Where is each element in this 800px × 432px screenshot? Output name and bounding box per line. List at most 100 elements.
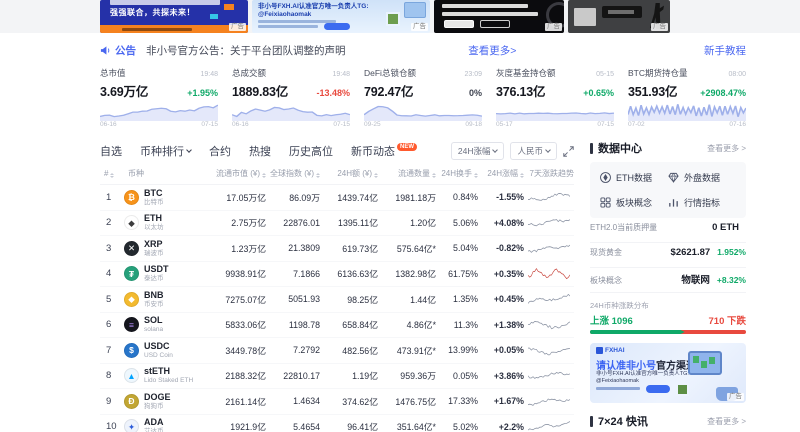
- stat-date-start: 05-17: [496, 121, 513, 128]
- shortcut-market-indicators[interactable]: 行情指标: [668, 196, 736, 209]
- table-row[interactable]: 7 $ USDC USD Coin 3449.78亿 7.2792 482.56…: [100, 338, 574, 364]
- stat-card[interactable]: DeFi总锁仓额 23:09 792.47亿 0% 09-25 09-18: [364, 67, 482, 129]
- column-header[interactable]: 24H涨幅: [478, 168, 524, 179]
- rank: 8: [100, 370, 124, 381]
- column-header[interactable]: #: [100, 169, 124, 178]
- section-title: 数据中心: [598, 140, 642, 156]
- data-center-more-link[interactable]: 查看更多 >: [707, 143, 746, 154]
- rank: 1: [100, 192, 124, 203]
- column-header[interactable]: 24H换手: [436, 168, 478, 179]
- tab[interactable]: 热搜: [249, 143, 271, 159]
- shortcut-label: 行情指标: [684, 196, 720, 209]
- market-cap: 17.05万亿: [204, 191, 266, 204]
- banner-button[interactable]: [324, 23, 350, 30]
- gem-icon: [668, 172, 679, 183]
- table-row[interactable]: 9 Ð DOGE 狗狗币 2161.14亿 1.4634 374.62亿 147…: [100, 389, 574, 415]
- table-row[interactable]: 4 ₮ USDT 泰达币 9938.91亿 7.1866 6136.63亿 13…: [100, 262, 574, 288]
- rank: 2: [100, 217, 124, 228]
- ad-banner-official-channel[interactable]: 非小号FXH.AI认准官方唯一负责人TG: @Feixiaohaomak 广告: [252, 0, 430, 33]
- metric-row[interactable]: ETH2.0当前质押量 0 ETH: [590, 218, 746, 243]
- down-count: 710 下跌: [709, 313, 747, 327]
- banner-decoration: [224, 4, 234, 10]
- fullscreen-icon[interactable]: [563, 146, 574, 157]
- price: 5051.93: [266, 294, 320, 304]
- sidebar-ad-banner[interactable]: FXHAI 请认准非小号官方渠道 非小号FXH.AI认准官方唯一负责人TG: @…: [590, 343, 746, 403]
- column-header[interactable]: 24H额 (¥): [320, 168, 378, 179]
- sort-icon[interactable]: [110, 173, 114, 178]
- shortcut-sector-concepts[interactable]: 板块概念: [600, 196, 668, 209]
- banner-headline: 强强联合，共探未来！: [110, 7, 195, 18]
- market-cap: 7275.07亿: [204, 293, 266, 306]
- tab-label: 热搜: [249, 143, 271, 159]
- price: 7.2792: [266, 345, 320, 355]
- chevron-down-icon: [186, 147, 192, 153]
- coin-symbol: USDT: [144, 265, 169, 275]
- table-row[interactable]: 2 ◆ ETH 以太坊 2.75万亿 22876.01 1395.11亿 1.2…: [100, 211, 574, 237]
- stat-change: +2908.47%: [700, 88, 746, 98]
- coin-icon: ₿: [124, 190, 139, 205]
- stat-value: 351.93亿: [628, 81, 677, 100]
- coin-name: solana: [144, 326, 163, 333]
- column-header[interactable]: 全球指数 (¥): [266, 168, 320, 179]
- tab[interactable]: 币种排行: [140, 143, 191, 159]
- column-header[interactable]: 7天涨跌趋势: [524, 168, 574, 179]
- top-ad-strip: 强强联合，共探未来！ 广告 非小号FXH.AI认准官方唯一负责人TG: @Fei…: [0, 0, 800, 33]
- shortcut-global-markets[interactable]: 外盘数据: [668, 171, 736, 184]
- tutorial-link[interactable]: 新手教程: [704, 43, 746, 58]
- table-row[interactable]: 3 ✕ XRP 瑞波币 1.23万亿 21.3809 619.73亿 575.6…: [100, 236, 574, 262]
- rank: 3: [100, 243, 124, 254]
- column-header[interactable]: 流通数量: [378, 168, 436, 179]
- news-more-link[interactable]: 查看更多 >: [707, 416, 746, 427]
- range-filter-dropdown[interactable]: 24H涨幅: [451, 142, 505, 160]
- stat-label: 总市值: [100, 67, 126, 79]
- metric-row[interactable]: 板块概念 物联网 +8.32%: [590, 268, 746, 293]
- ad-button[interactable]: [646, 385, 670, 393]
- trend-sparkline-7d: [528, 191, 570, 204]
- banner-button[interactable]: [480, 20, 510, 28]
- stat-date-end: 07-15: [333, 121, 350, 128]
- price: 1.4634: [266, 396, 320, 406]
- metric-change: 1.952%: [717, 247, 746, 257]
- table-row[interactable]: 5 ◆ BNB 币安币 7275.07亿 5051.93 98.25亿 1.44…: [100, 287, 574, 313]
- announcement-text[interactable]: 非小号官方公告：关于平台团队调整的声明: [146, 43, 346, 58]
- metric-value: $2621.87: [671, 247, 711, 258]
- ad-brand-logo: FXHAI: [596, 347, 625, 354]
- table-row[interactable]: 6 ≡ SOL solana 5833.06亿 1198.78 658.84亿 …: [100, 313, 574, 339]
- distribution-bar: [590, 330, 746, 334]
- tab[interactable]: 新币动态 NEW: [351, 143, 417, 159]
- column-header[interactable]: 流通市值 (¥): [204, 168, 266, 179]
- trend-sparkline-7d: [528, 344, 570, 357]
- turnover-24h: 0.05%: [436, 371, 478, 381]
- coin-name: 瑞波币: [144, 250, 164, 257]
- tab[interactable]: 合约: [209, 143, 231, 159]
- stat-card[interactable]: 总市值 19:48 3.69万亿 +1.95% 06-16 07-15: [100, 67, 218, 129]
- table-header: # 币种 流通市值 (¥) 全球指数 (¥) 24H额: [100, 163, 574, 185]
- tab-label: 历史高位: [289, 143, 333, 159]
- turnover-24h: 13.99%: [436, 345, 478, 355]
- ad-banner-dark[interactable]: 广告: [434, 0, 564, 33]
- tab[interactable]: 自选: [100, 143, 122, 159]
- turnover-24h: 61.75%: [436, 269, 478, 279]
- announcement-more-link[interactable]: 查看更多>: [468, 43, 516, 58]
- change-24h: -1.55%: [478, 192, 524, 202]
- ad-banner-mining[interactable]: 广告: [568, 0, 670, 33]
- banner-button[interactable]: [444, 20, 474, 28]
- column-header-label: 24H额 (¥): [337, 169, 372, 178]
- market-stats-row: 总市值 19:48 3.69万亿 +1.95% 06-16 07-15 总成交额…: [100, 67, 746, 129]
- stat-sparkline: [628, 101, 746, 121]
- table-row[interactable]: 10 ✦ ADA 艾达币 1921.9亿 5.4654 96.41亿 351.6…: [100, 415, 574, 432]
- ad-banner-partnership[interactable]: 强强联合，共探未来！ 广告: [100, 0, 248, 33]
- currency-dropdown[interactable]: 人民币: [510, 142, 557, 160]
- stat-card[interactable]: 灰度基金持仓额 05-15 376.13亿 +0.65% 05-17 07-15: [496, 67, 614, 129]
- shortcut-eth-data[interactable]: ETH数据: [600, 171, 668, 184]
- data-center-header: 数据中心 查看更多 >: [590, 139, 746, 157]
- volume-24h: 98.25亿: [320, 293, 378, 306]
- column-header[interactable]: 币种: [124, 168, 204, 179]
- metric-row[interactable]: 现货黄金 $2621.87 1.952%: [590, 243, 746, 268]
- table-row[interactable]: 1 ₿ BTC 比特币 17.05万亿 86.09万 1439.74亿 1981…: [100, 185, 574, 211]
- tab[interactable]: 历史高位: [289, 143, 333, 159]
- coin-icon: $: [124, 343, 139, 358]
- stat-card[interactable]: 总成交额 19:48 1889.83亿 -13.48% 06-16 07-15: [232, 67, 350, 129]
- stat-card[interactable]: BTC期货持仓量 08:00 351.93亿 +2908.47% 07-02 0…: [628, 67, 746, 129]
- table-row[interactable]: 8 ▲ stETH Lido Staked ETH 2188.32亿 22810…: [100, 364, 574, 390]
